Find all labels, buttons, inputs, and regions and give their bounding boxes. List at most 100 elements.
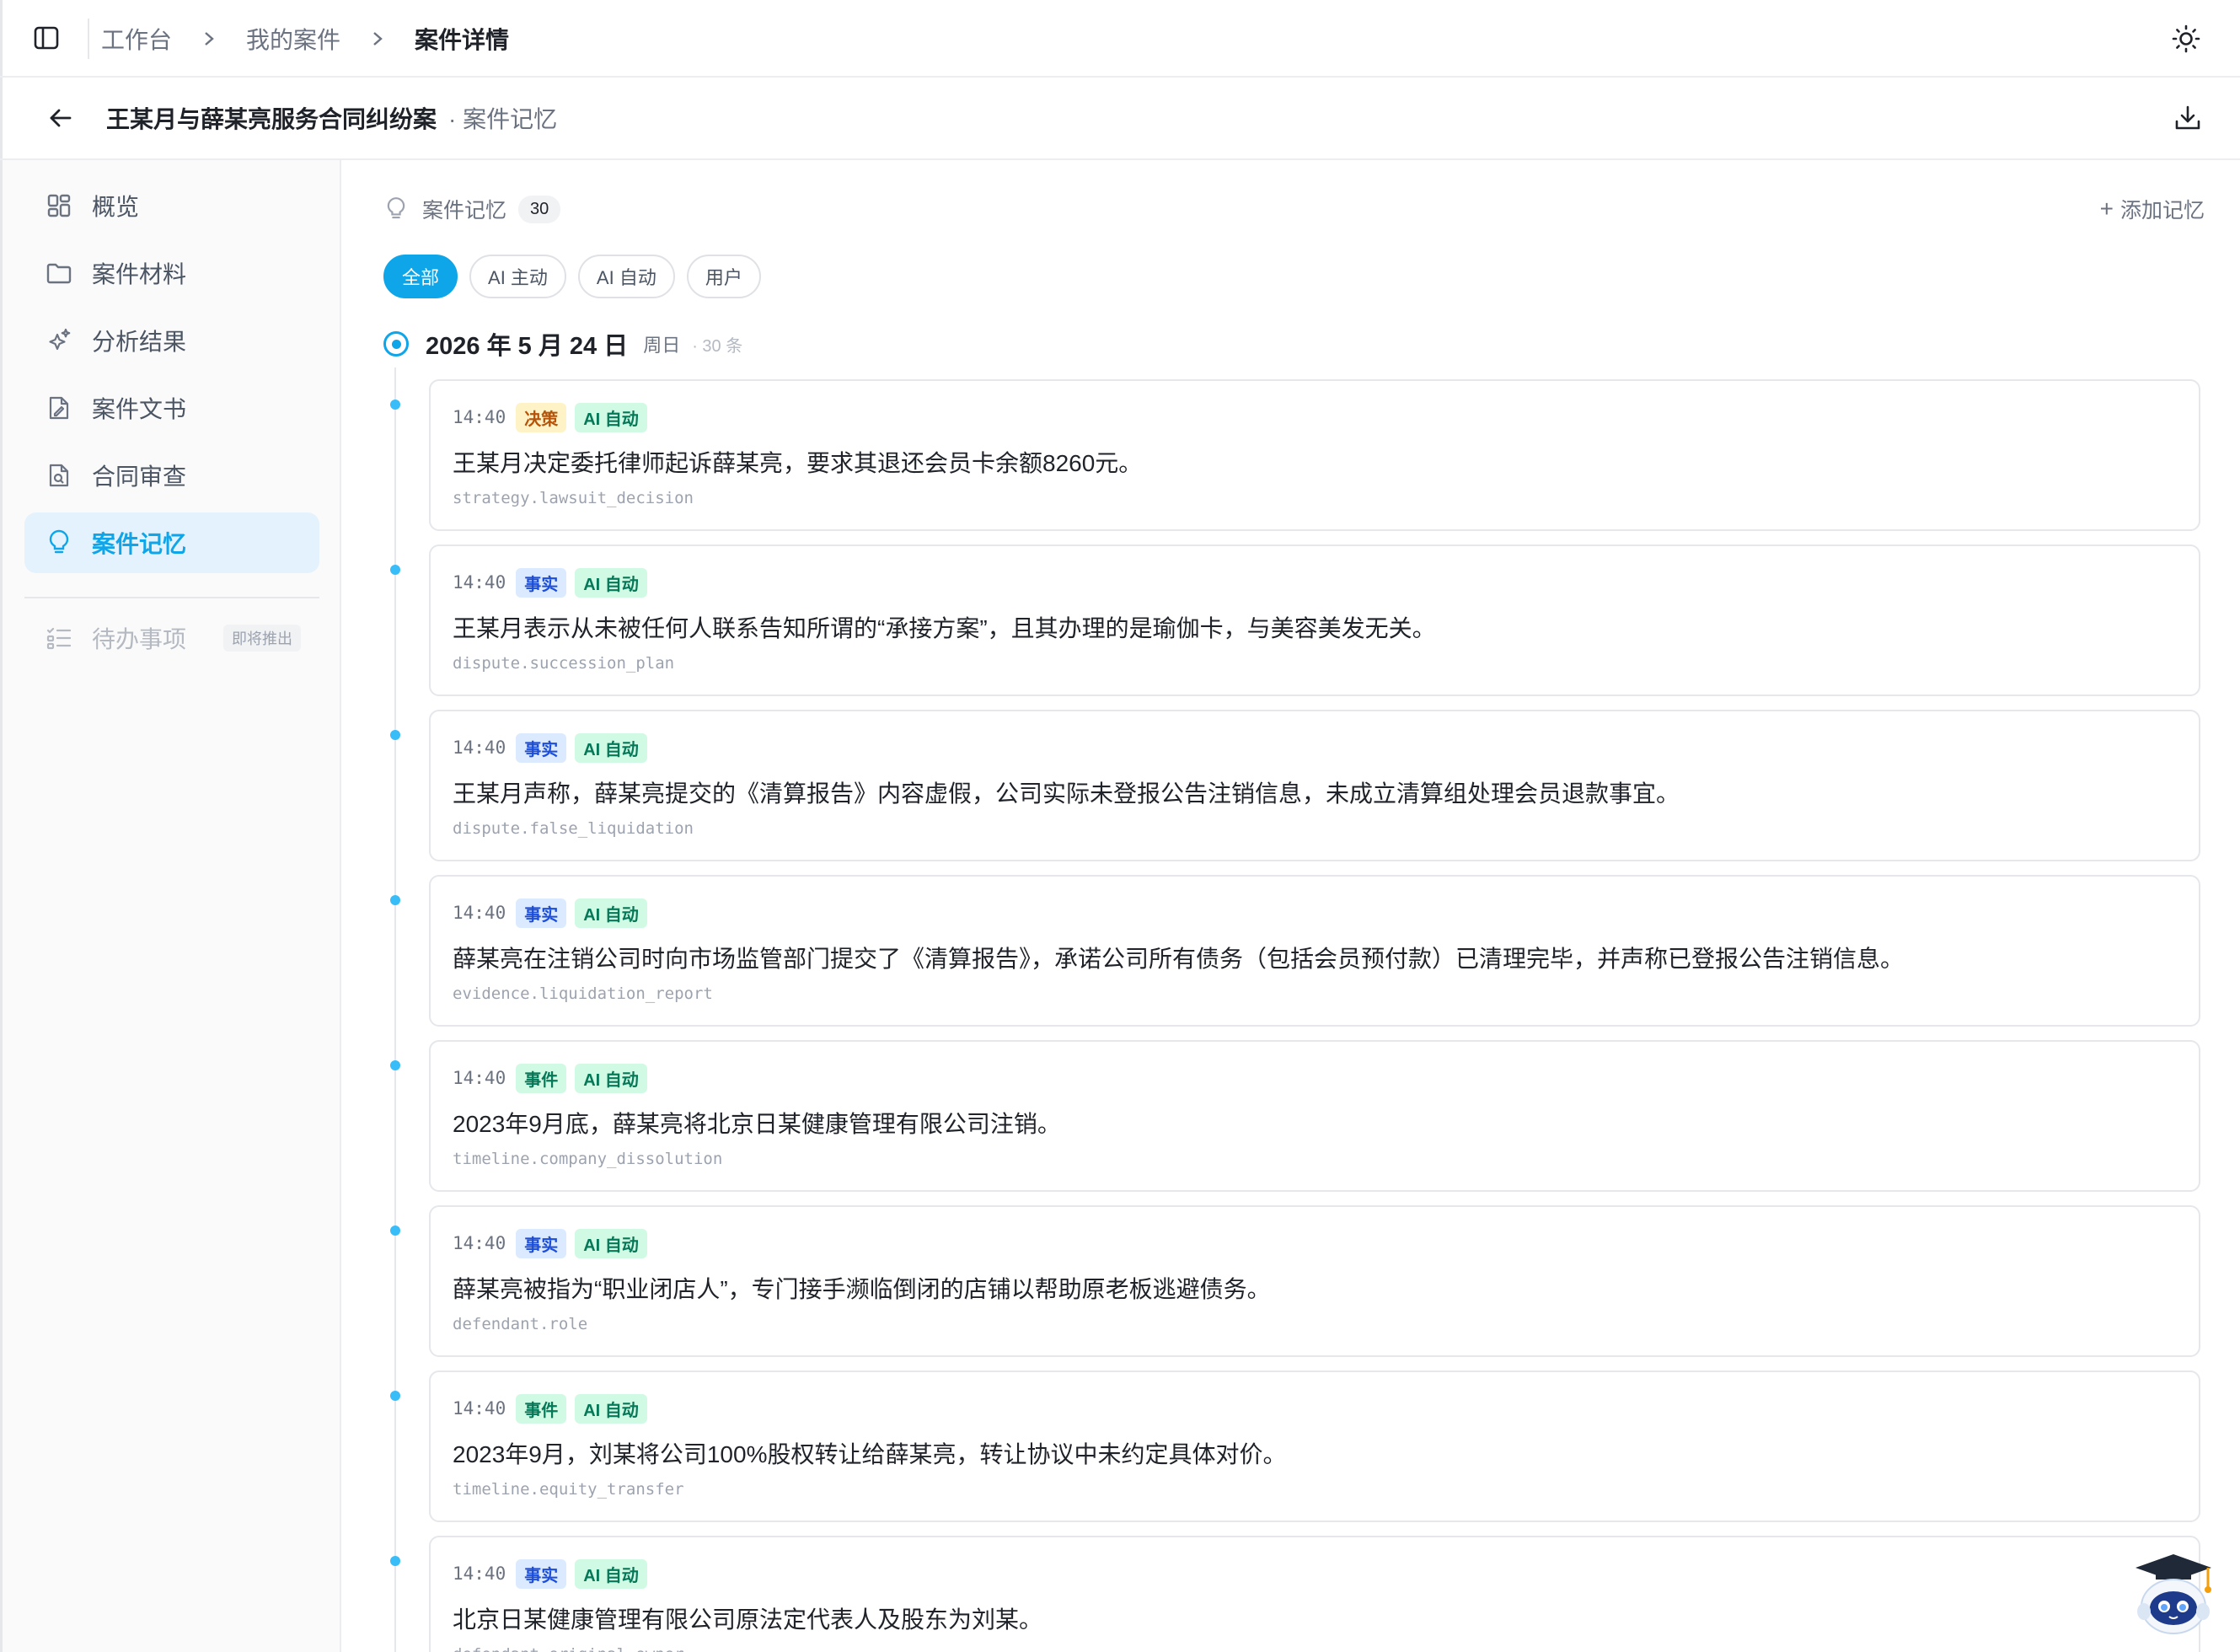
entry-text: 2023年9月，刘某将公司100%股权转让给薛某亮，转让协议中未约定具体对价。 bbox=[453, 1441, 1287, 1467]
sidebar-item-documents[interactable]: 案件文书 bbox=[24, 378, 319, 438]
entry-category-tag: 事实 bbox=[516, 732, 567, 763]
download-icon[interactable] bbox=[2171, 101, 2205, 135]
filter-ai-active[interactable]: AI 主动 bbox=[469, 255, 566, 298]
entry-text: 2023年9月底，薛某亮将北京日某健康管理有限公司注销。 bbox=[453, 1111, 1061, 1137]
memory-title: 案件记忆 bbox=[422, 199, 507, 223]
case-title: 王某月与薛某亮服务合同纠纷案 · 案件记忆 bbox=[106, 99, 557, 137]
memory-entry-card[interactable]: 14:40 事件 AI 自动 2023年9月底，薛某亮将北京日某健康管理有限公司注销。… bbox=[429, 1040, 2200, 1192]
memory-entry-card[interactable]: 14:40 事实 AI 自动薛某亮在注销公司时向市场监管部门提交了《清算报告》，承诺… bbox=[429, 875, 2200, 1027]
checklist-icon bbox=[45, 624, 73, 652]
entry-meta: 14:40 事件 AI 自动 bbox=[453, 1393, 656, 1424]
entry-key: strategy.lawsuit_decision bbox=[453, 489, 694, 507]
breadcrumb-workbench[interactable]: 工作台 bbox=[101, 22, 172, 56]
entry-time: 14:40 bbox=[453, 407, 506, 427]
arrow-left-icon[interactable] bbox=[44, 101, 78, 135]
document-search-icon bbox=[45, 461, 73, 490]
case-subtitle: · 案件记忆 bbox=[448, 106, 558, 132]
entry-time: 14:40 bbox=[453, 1233, 506, 1253]
entry-source-tag: AI 自动 bbox=[575, 898, 647, 928]
memory-entry-card[interactable]: 14:40 事实 AI 自动薛某亮被指为“职业闭店人”，专门接手濒临倒闭的店铺以帮助… bbox=[429, 1205, 2200, 1357]
lightbulb-icon bbox=[45, 528, 73, 557]
entry-source-tag: AI 自动 bbox=[575, 732, 647, 763]
weekday-label: 周日 bbox=[643, 335, 681, 356]
entry-key: defendant.original_owner bbox=[453, 1645, 684, 1652]
sidebar: 概览 案件材料 分析结果 案件文书 合同审查 案件记忆 待办事项 即将推出 bbox=[3, 160, 341, 1652]
entry-meta: 14:40 事实 AI 自动 bbox=[453, 732, 656, 763]
memory-entry-card[interactable]: 14:40 事实 AI 自动 王某月声称，薛某亮提交的《清算报告》内容虚假，公司实际未… bbox=[429, 710, 2200, 861]
folder-icon bbox=[45, 259, 73, 287]
sidebar-item-analysis[interactable]: 分析结果 bbox=[24, 310, 319, 371]
sidebar-item-label: 合同审查 bbox=[92, 464, 187, 490]
day-count-label: · 30 条 bbox=[692, 336, 743, 356]
memory-entry-card[interactable]: 14:40 决策 AI 自动王某月决定委托律师起诉薛某亮，要求其退还会员卡余额826… bbox=[429, 379, 2200, 531]
memory-entry-card[interactable]: 14:40 事实 AI 自动北京日某健康管理有限公司原法定代表人及股东为刘某。 def… bbox=[429, 1536, 2200, 1652]
grid-icon bbox=[45, 191, 73, 220]
timeline-dot bbox=[390, 1226, 400, 1236]
lightbulb-icon bbox=[383, 196, 409, 223]
entry-time: 14:40 bbox=[453, 572, 506, 593]
chevron-right-icon bbox=[366, 27, 389, 51]
assistant-mascot-icon[interactable] bbox=[2127, 1549, 2220, 1642]
case-title-bar: 王某月与薛某亮服务合同纠纷案 · 案件记忆 bbox=[0, 78, 2240, 160]
entry-key: timeline.company_dissolution bbox=[453, 1150, 723, 1168]
breadcrumb-my-cases[interactable]: 我的案件 bbox=[246, 22, 340, 56]
filter-all[interactable]: 全部 bbox=[383, 255, 458, 298]
timeline-dot bbox=[390, 730, 400, 740]
timeline-dot bbox=[390, 1060, 400, 1070]
coming-soon-badge: 即将推出 bbox=[223, 625, 301, 652]
sidebar-item-case-memory[interactable]: 案件记忆 bbox=[24, 512, 319, 573]
breadcrumb-case-detail: 案件详情 bbox=[415, 27, 510, 53]
entry-meta: 14:40 事件 AI 自动 bbox=[453, 1063, 656, 1093]
sidebar-item-overview[interactable]: 概览 bbox=[24, 175, 319, 236]
top-bar: 工作台 我的案件 案件详情 bbox=[0, 0, 2240, 78]
entry-source-tag: AI 自动 bbox=[575, 1558, 647, 1589]
entry-meta: 14:40 事实 AI 自动 bbox=[453, 567, 656, 598]
entry-text: 王某月决定委托律师起诉薛某亮，要求其退还会员卡余额8260元。 bbox=[453, 450, 1143, 476]
entry-text: 薛某亮被指为“职业闭店人”，专门接手濒临倒闭的店铺以帮助原老板逃避债务。 bbox=[453, 1276, 1271, 1302]
sidebar-item-label: 案件记忆 bbox=[92, 531, 187, 557]
sidebar-item-label: 分析结果 bbox=[92, 329, 187, 355]
entry-category-tag: 决策 bbox=[516, 402, 567, 432]
sidebar-item-label: 案件文书 bbox=[92, 396, 187, 422]
entry-text: 薛某亮在注销公司时向市场监管部门提交了《清算报告》，承诺公司所有债务（包括会员预… bbox=[453, 946, 1905, 972]
entry-category-tag: 事件 bbox=[516, 1063, 567, 1093]
sidebar-divider bbox=[24, 597, 319, 598]
add-memory-button[interactable]: + 添加记忆 bbox=[2100, 194, 2205, 224]
entry-category-tag: 事实 bbox=[516, 567, 567, 598]
entry-time: 14:40 bbox=[453, 903, 506, 923]
sparkles-icon bbox=[45, 326, 73, 355]
entry-time: 14:40 bbox=[453, 738, 506, 758]
chevron-right-icon bbox=[197, 27, 221, 51]
entry-category-tag: 事实 bbox=[516, 898, 567, 928]
topbar-divider bbox=[88, 19, 89, 59]
entry-source-tag: AI 自动 bbox=[575, 1228, 647, 1258]
entry-text: 北京日某健康管理有限公司原法定代表人及股东为刘某。 bbox=[453, 1606, 1043, 1633]
timeline-line bbox=[394, 367, 396, 1652]
filter-user[interactable]: 用户 bbox=[686, 255, 761, 298]
sidebar-item-contract-review[interactable]: 合同审查 bbox=[24, 445, 319, 506]
memory-entry-card[interactable]: 14:40 事实 AI 自动 王某月表示从未被任何人联系告知所谓的“承接方案”，且其办… bbox=[429, 544, 2200, 696]
entry-meta: 14:40 事实 AI 自动 bbox=[453, 1558, 656, 1589]
sun-icon[interactable] bbox=[2169, 22, 2203, 56]
entry-key: dispute.false_liquidation bbox=[453, 819, 694, 838]
sidebar-item-label: 待办事项 bbox=[92, 626, 187, 652]
case-name: 王某月与薛某亮服务合同纠纷案 bbox=[106, 106, 437, 132]
sidebar-item-materials[interactable]: 案件材料 bbox=[24, 243, 319, 303]
filter-ai-auto[interactable]: AI 自动 bbox=[577, 255, 675, 298]
entry-time: 14:40 bbox=[453, 1068, 506, 1088]
timeline-dot bbox=[390, 1391, 400, 1401]
entry-category-tag: 事实 bbox=[516, 1228, 567, 1258]
memory-entry-card[interactable]: 14:40 事件 AI 自动 2023年9月，刘某将公司100%股权转让给薛某亮，转让… bbox=[429, 1370, 2200, 1522]
entry-source-tag: AI 自动 bbox=[575, 1063, 647, 1093]
timeline-dot bbox=[390, 895, 400, 905]
memory-count-badge: 30 bbox=[518, 195, 561, 223]
entry-meta: 14:40 事实 AI 自动 bbox=[453, 898, 656, 928]
timeline-date-marker bbox=[383, 331, 409, 357]
plus-icon: + bbox=[2099, 196, 2114, 222]
memory-header: 案件记忆 30 bbox=[383, 192, 561, 226]
sidebar-toggle-icon[interactable] bbox=[32, 25, 61, 51]
entry-source-tag: AI 自动 bbox=[575, 402, 647, 432]
entry-meta: 14:40 事实 AI 自动 bbox=[453, 1228, 656, 1258]
entry-source-tag: AI 自动 bbox=[575, 567, 647, 598]
sidebar-item-todo: 待办事项 即将推出 bbox=[24, 608, 319, 668]
